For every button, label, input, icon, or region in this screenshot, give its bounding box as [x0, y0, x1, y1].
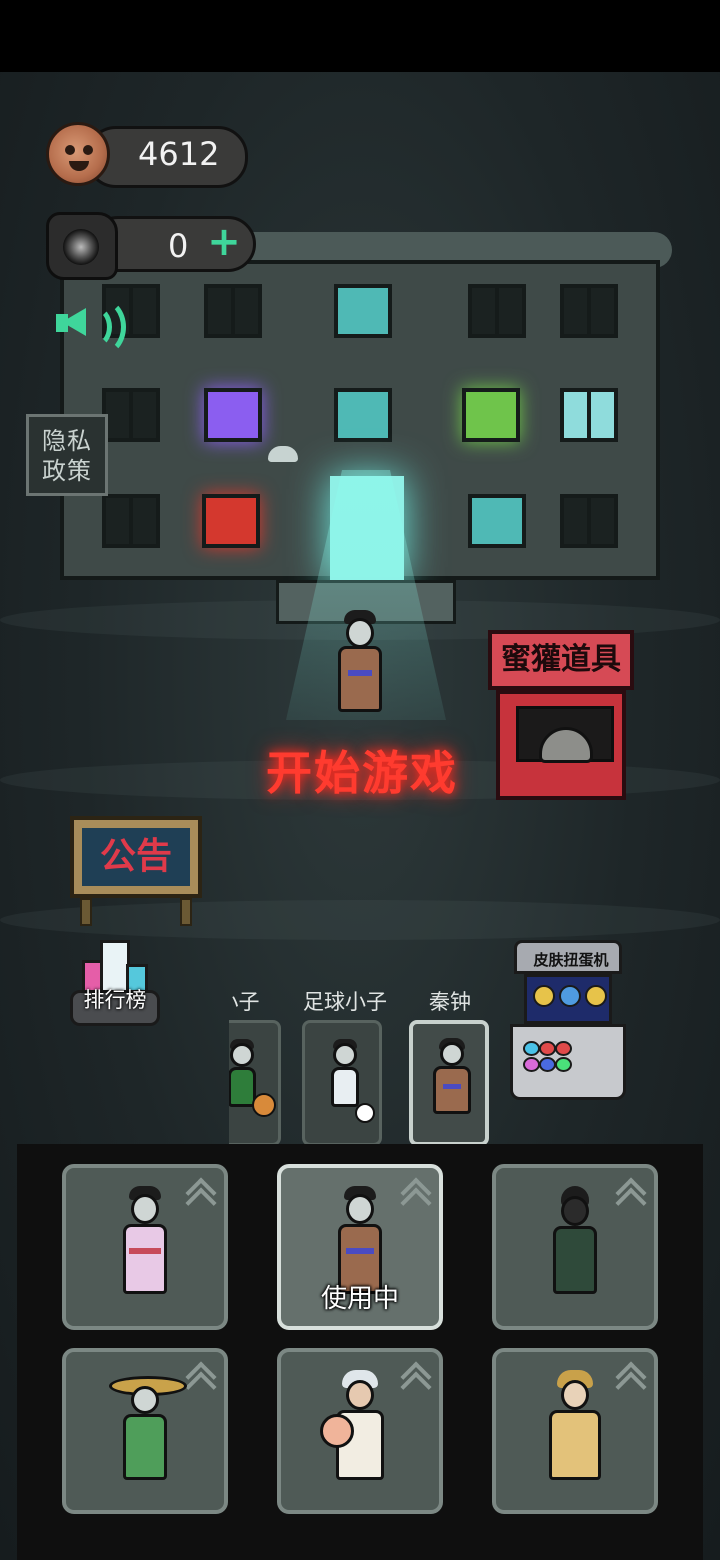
puzzle-piece-icon [46, 212, 118, 280]
character-card[interactable] [229, 1020, 281, 1146]
status-bar [0, 0, 720, 72]
window-red[interactable] [202, 494, 260, 548]
basketball-icon [252, 1093, 276, 1117]
skin-card[interactable] [62, 1164, 228, 1330]
puzzle-count: 0 [168, 227, 189, 265]
character-name: 秦钟 [429, 990, 471, 1014]
window [102, 494, 160, 548]
skin-panel: 使用中 [17, 1144, 703, 1560]
gacha-title: 皮肤扭蛋机 [533, 951, 609, 969]
skin-card[interactable] [62, 1348, 228, 1514]
sound-toggle-button[interactable] [56, 296, 126, 356]
window-silhouettes[interactable] [468, 494, 526, 548]
window [560, 284, 618, 338]
add-puzzle-button[interactable]: + [204, 222, 244, 262]
fan-icon [320, 1414, 354, 1448]
skin-card-selected[interactable]: 使用中 [277, 1164, 443, 1330]
window [334, 388, 392, 442]
skin-card[interactable] [492, 1348, 658, 1514]
coin-counter: 4612 [46, 122, 248, 188]
leaderboard-label: 排行榜 [83, 988, 147, 1012]
skin-card[interactable] [277, 1348, 443, 1514]
character-card[interactable] [302, 1020, 382, 1146]
window [468, 284, 526, 338]
start-game-button[interactable]: 开始游戏 [252, 738, 472, 808]
skin-card[interactable] [492, 1164, 658, 1330]
privacy-label-line: 隐私 [42, 427, 92, 455]
privacy-label-line: 政策 [42, 457, 92, 485]
notice-label: 公告 [82, 828, 190, 886]
character-selector[interactable]: 球小子 足球小子 秦钟 [229, 984, 491, 1148]
coin-icon [46, 122, 110, 186]
window-purple[interactable] [204, 388, 262, 442]
privacy-policy-button[interactable]: 隐私 政策 [26, 414, 108, 496]
character-name: 足球小子 [303, 990, 387, 1014]
honey-badger-icon [539, 727, 593, 763]
window [102, 388, 160, 442]
player-character [334, 610, 386, 720]
soccer-ball-icon [355, 1103, 375, 1123]
in-use-label: 使用中 [320, 1284, 399, 1314]
window [560, 494, 618, 548]
window [204, 284, 262, 338]
street-lamp [268, 446, 298, 462]
window-cyan[interactable] [560, 388, 618, 442]
character-card-selected[interactable] [409, 1020, 489, 1146]
leaderboard-button[interactable]: 排行榜 [70, 936, 162, 1028]
item-shop-booth[interactable]: 蜜獾道具 [488, 630, 634, 800]
skin-gacha-machine[interactable]: 皮肤扭蛋机 [510, 940, 626, 1100]
window [334, 284, 392, 338]
privacy-label: 隐私 政策 [42, 427, 92, 485]
puzzle-counter: 0 + [46, 212, 256, 280]
character-name: 球小子 [229, 990, 260, 1014]
coin-count: 4612 [138, 135, 220, 173]
notice-board-button[interactable]: 公告 [70, 816, 202, 926]
gacha-capsules [524, 974, 612, 1024]
game-screen: 4612 0 + 隐私 政策 开始游戏 蜜獾道具 公告 排行榜 皮肤扭蛋机 子 … [0, 0, 720, 1560]
shop-sign: 蜜獾道具 [488, 630, 634, 690]
window-green[interactable] [462, 388, 520, 442]
